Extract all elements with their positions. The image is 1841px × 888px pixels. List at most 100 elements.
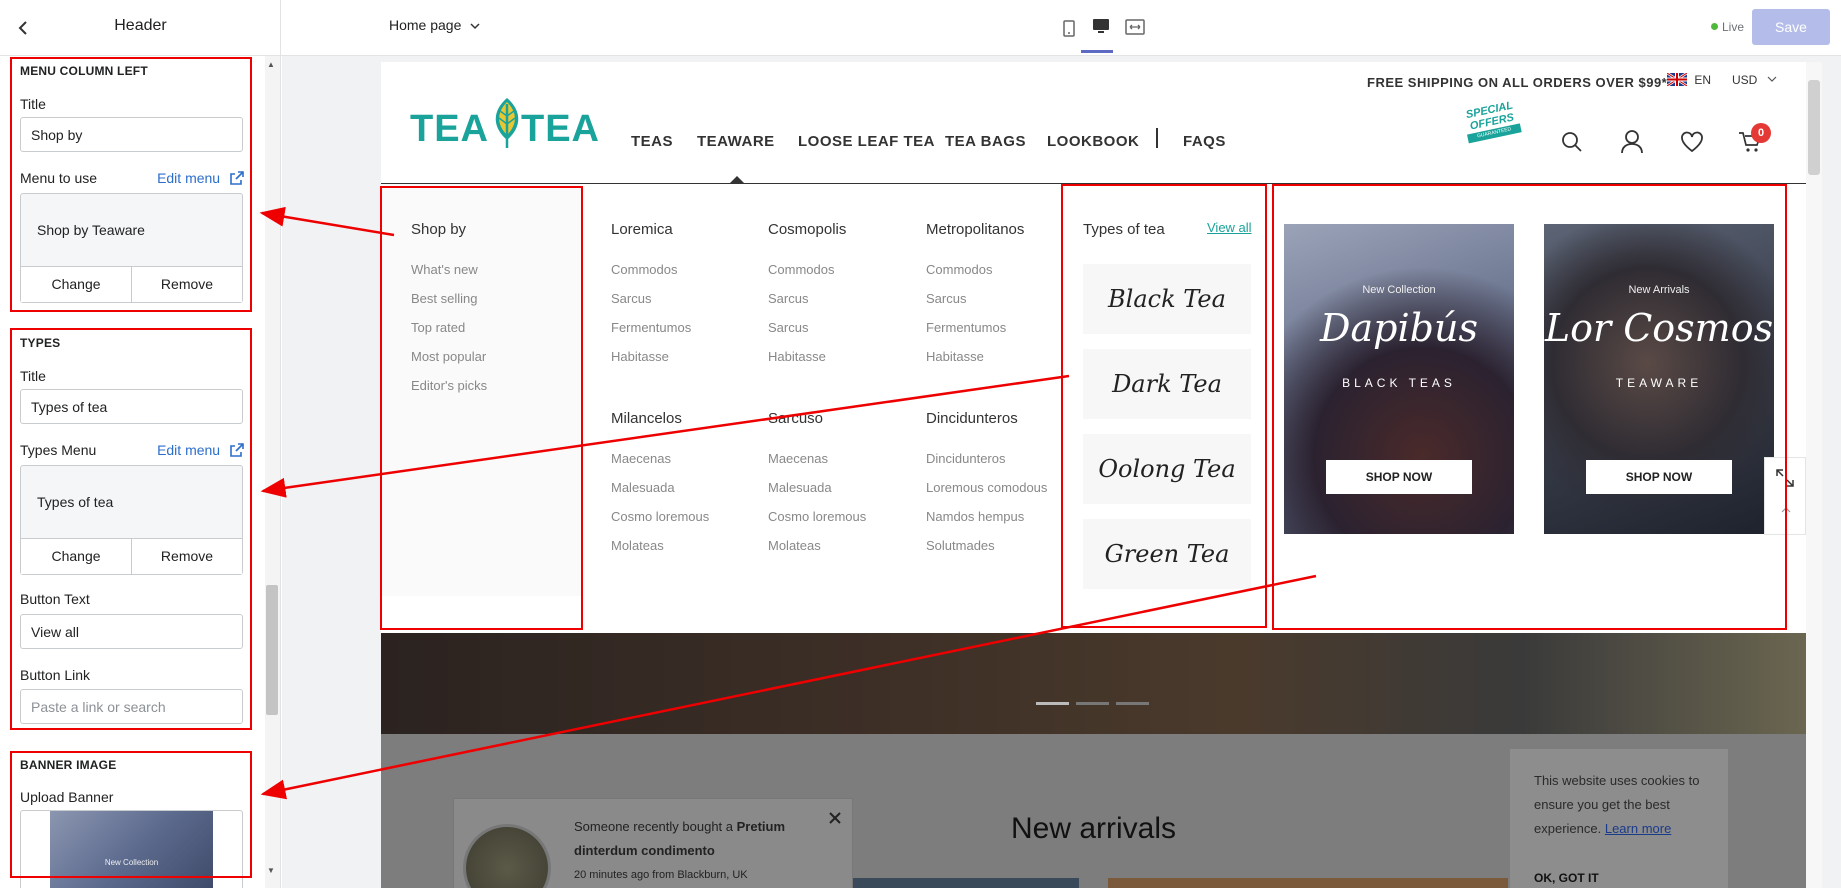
button-text-input[interactable]: View all	[20, 614, 243, 649]
sidebar-scrollbar[interactable]	[265, 56, 280, 888]
nav-item-loose-leaf-tea[interactable]: LOOSE LEAF TEA	[798, 133, 935, 150]
special-offers-badge[interactable]: SPECIAL OFFERS GUARANTEED	[1459, 98, 1527, 155]
menu-column-heading[interactable]: Milancelos	[611, 410, 682, 427]
product-card[interactable]	[852, 878, 1079, 888]
menu-column-link[interactable]: Dincidunteros	[926, 451, 1006, 466]
nav-item-lookbook[interactable]: LOOKBOOK	[1047, 133, 1139, 150]
menu-column-link[interactable]: Molateas	[768, 538, 821, 553]
desktop-view-button[interactable]	[1081, 14, 1113, 56]
language-label: EN	[1694, 73, 1712, 87]
change-menu-button[interactable]: Change	[21, 539, 131, 574]
scroll-top-icon[interactable]	[1780, 504, 1792, 516]
menu-column-title-input[interactable]: Shop by	[20, 117, 243, 152]
expand-icon[interactable]	[1775, 468, 1795, 488]
remove-menu-button[interactable]: Remove	[131, 539, 242, 574]
cookie-accept-button[interactable]: OK, GOT IT	[1534, 871, 1599, 885]
shop-by-link[interactable]: Most popular	[411, 349, 486, 364]
cookie-text: This website uses cookies to ensure you …	[1534, 769, 1714, 841]
close-icon[interactable]	[828, 811, 842, 825]
change-menu-button[interactable]: Change	[21, 267, 131, 302]
shop-by-link[interactable]: Top rated	[411, 320, 465, 335]
types-title-label: Title	[20, 368, 46, 384]
menu-column-link[interactable]: Sarcus	[611, 291, 651, 306]
menu-column-heading[interactable]: Dincidunteros	[926, 410, 1018, 427]
shop-by-link[interactable]: Editor's picks	[411, 378, 487, 393]
banner-thumbnail: New Collection	[50, 811, 213, 888]
edit-menu-link[interactable]: Edit menu	[157, 170, 244, 186]
menu-column-link[interactable]: Cosmo loremous	[611, 509, 709, 524]
menu-column-heading[interactable]: Cosmopolis	[768, 221, 846, 238]
chevron-down-icon	[470, 23, 480, 30]
cookie-learn-more-link[interactable]: Learn more	[1605, 821, 1671, 836]
menu-column-link[interactable]: Namdos hempus	[926, 509, 1024, 524]
menu-column-link[interactable]: Commodos	[926, 262, 992, 277]
menu-column-link[interactable]: Malesuada	[768, 480, 832, 495]
sidebar-scrollbar-thumb[interactable]	[266, 585, 278, 715]
menu-column-link[interactable]: Maecenas	[611, 451, 671, 466]
tea-type-tile[interactable]: Oolong Tea	[1083, 434, 1251, 504]
types-title-input[interactable]: Types of tea	[20, 389, 243, 424]
menu-column-link[interactable]: Sarcus	[926, 291, 966, 306]
scroll-down-arrow[interactable]: ▼	[267, 866, 275, 875]
menu-column-link[interactable]: Loremous comodous	[926, 480, 1047, 495]
preview-scrollbar[interactable]	[1806, 62, 1822, 888]
menu-column-link[interactable]: Sarcus	[768, 291, 808, 306]
mobile-view-button[interactable]	[1058, 18, 1080, 40]
menu-column-link[interactable]: Fermentumos	[926, 320, 1006, 335]
search-icon[interactable]	[1560, 130, 1584, 154]
menu-picker-actions: Change Remove	[21, 266, 242, 302]
external-link-icon	[230, 171, 244, 185]
account-icon[interactable]	[1620, 129, 1644, 155]
banner-upload-box[interactable]: New Collection	[20, 810, 243, 888]
shop-now-button[interactable]: SHOP NOW	[1326, 460, 1472, 494]
menu-column-heading[interactable]: Metropolitanos	[926, 221, 1024, 238]
shop-by-link[interactable]: Best selling	[411, 291, 477, 306]
language-selector[interactable]: EN	[1666, 71, 1712, 88]
external-link-icon	[230, 443, 244, 457]
active-nav-caret	[730, 176, 744, 183]
cart-count-badge: 0	[1751, 123, 1771, 143]
nav-item-teas[interactable]: TEAS	[631, 133, 673, 150]
menu-column-link[interactable]: Sarcus	[768, 320, 808, 335]
slide-dot[interactable]	[1116, 702, 1149, 705]
save-button[interactable]: Save	[1752, 9, 1830, 45]
nav-item-faqs[interactable]: FAQS	[1183, 133, 1226, 150]
slide-dot[interactable]	[1036, 702, 1069, 705]
nav-item-teaware[interactable]: TEAWARE	[697, 133, 775, 150]
scroll-up-arrow[interactable]: ▲	[267, 60, 275, 69]
menu-column-link[interactable]: Habitasse	[611, 349, 669, 364]
wishlist-heart-icon[interactable]	[1680, 131, 1704, 153]
menu-column-link[interactable]: Cosmo loremous	[768, 509, 866, 524]
preview-scrollbar-thumb[interactable]	[1808, 80, 1820, 175]
mobile-icon	[1063, 20, 1075, 37]
menu-column-link[interactable]: Habitasse	[768, 349, 826, 364]
shop-now-button[interactable]: SHOP NOW	[1586, 460, 1732, 494]
menu-column-link[interactable]: Commodos	[611, 262, 677, 277]
promo-banner[interactable]: New Collection Dapibús BLACK TEAS SHOP N…	[1284, 224, 1514, 534]
tea-type-tile[interactable]: Green Tea	[1083, 519, 1251, 589]
page-selector[interactable]: Home page	[389, 17, 481, 33]
remove-menu-button[interactable]: Remove	[131, 267, 242, 302]
menu-column-link[interactable]: Malesuada	[611, 480, 675, 495]
fullscreen-view-button[interactable]	[1123, 15, 1147, 39]
menu-column-link[interactable]: Commodos	[768, 262, 834, 277]
menu-column-link[interactable]: Molateas	[611, 538, 664, 553]
menu-column-link[interactable]: Solutmades	[926, 538, 995, 553]
menu-column-link[interactable]: Fermentumos	[611, 320, 691, 335]
nav-item-tea-bags[interactable]: TEA BAGS	[945, 133, 1026, 150]
menu-column-link[interactable]: Habitasse	[926, 349, 984, 364]
button-link-input[interactable]: Paste a link or search	[20, 689, 243, 724]
promo-banner[interactable]: New Arrivals Lor Cosmos TEAWARE SHOP NOW	[1544, 224, 1774, 534]
view-all-link[interactable]: View all	[1207, 220, 1252, 235]
product-card[interactable]	[1108, 878, 1508, 888]
tea-type-tile[interactable]: Black Tea	[1083, 264, 1251, 334]
menu-column-link[interactable]: Maecenas	[768, 451, 828, 466]
menu-column-heading[interactable]: Sarcuso	[768, 410, 823, 427]
shop-by-link[interactable]: What's new	[411, 262, 478, 277]
slide-dot[interactable]	[1076, 702, 1109, 705]
menu-column-heading[interactable]: Loremica	[611, 221, 673, 238]
types-edit-menu-link[interactable]: Edit menu	[157, 442, 244, 458]
tea-type-tile[interactable]: Dark Tea	[1083, 349, 1251, 419]
store-logo[interactable]: TEA TEA	[410, 96, 602, 156]
currency-selector[interactable]: USD	[1732, 73, 1777, 87]
